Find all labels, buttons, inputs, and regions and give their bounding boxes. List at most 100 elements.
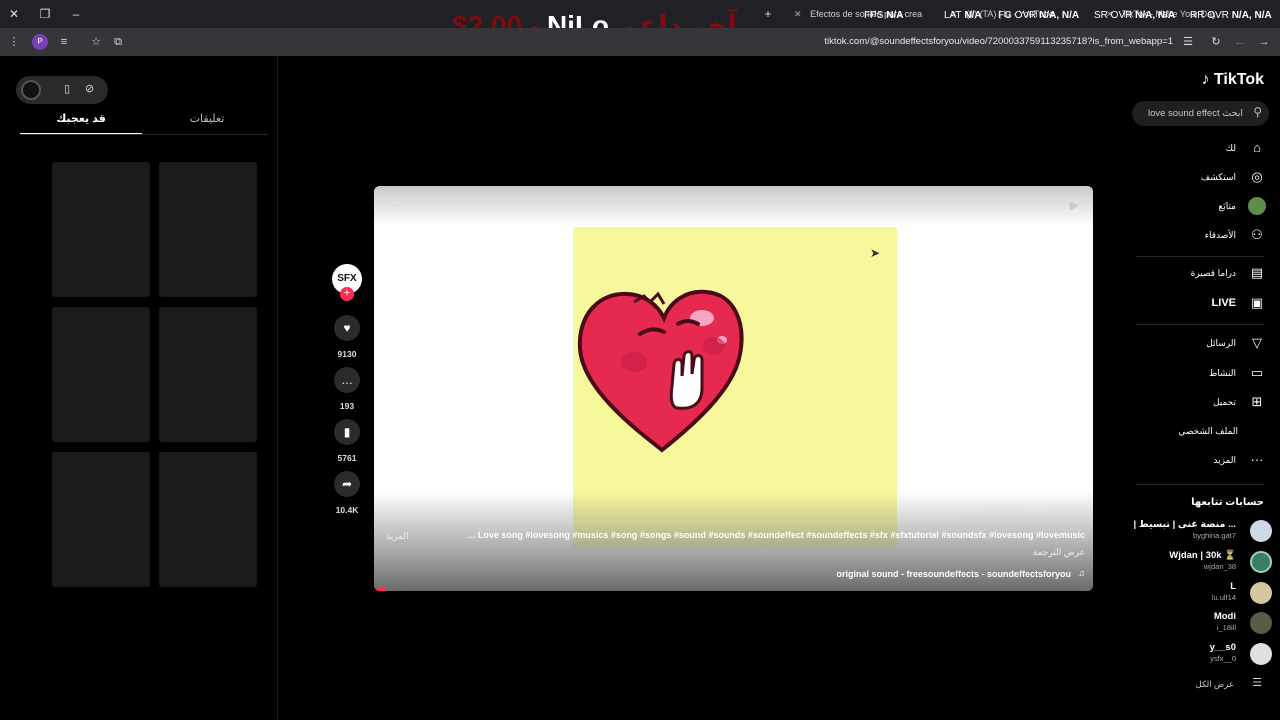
- share-count: 10.4K: [335, 505, 359, 515]
- tiktok-logo[interactable]: ♪ TikTok: [1201, 71, 1264, 89]
- reload-icon[interactable]: ↻: [1208, 34, 1224, 50]
- comment-icon[interactable]: …: [334, 367, 360, 393]
- following-accounts-title: حسابات تتابعها: [1191, 497, 1264, 508]
- drama-icon: ▤: [1250, 265, 1264, 280]
- panel-tabs: قد يعجبك تعليقات: [20, 112, 268, 136]
- recommended-video-thumb[interactable]: [52, 307, 150, 442]
- reading-list-icon[interactable]: ≡: [56, 34, 72, 50]
- video-player[interactable]: ··· ▶ 9-02-2-89 · soundeffectsforyou Lov…: [374, 186, 1093, 591]
- forward-icon[interactable]: ←: [1232, 34, 1248, 50]
- browser-tab-bar: ✕ ❐ – + ✕ Efectos de sonido para crea ✕ …: [0, 0, 1280, 41]
- site-settings-icon[interactable]: ☰: [1180, 34, 1196, 50]
- player-options-pill: ▯ ⊘: [16, 76, 108, 104]
- phone-icon[interactable]: ▯: [64, 82, 70, 95]
- nav-for-you[interactable]: لك ⌂: [1116, 138, 1266, 160]
- caption-more-link[interactable]: المزيد: [386, 531, 409, 542]
- recommended-video-thumb[interactable]: [159, 307, 257, 442]
- autoscroll-toggle[interactable]: [21, 80, 41, 100]
- account-name: Wjdan | 30k ⏳: [1169, 550, 1236, 561]
- close-window-icon[interactable]: ✕: [4, 4, 24, 24]
- sound-name[interactable]: original sound - freesoundeffects - soun…: [836, 569, 1071, 579]
- yawning-heart-illustration: [577, 289, 744, 453]
- tab-you-may-like[interactable]: قد يعجبك: [20, 112, 142, 135]
- like-count: 9130: [337, 349, 357, 359]
- back-icon[interactable]: →: [1256, 34, 1272, 50]
- like-heart-icon[interactable]: ♥: [334, 315, 360, 341]
- recommended-video-thumb[interactable]: [159, 162, 257, 297]
- account-name: y__s0: [1209, 642, 1236, 653]
- avatar: [1250, 551, 1272, 573]
- fps-stat: FPS N/A: [864, 10, 904, 21]
- avatar: [1250, 582, 1272, 604]
- nav-messages[interactable]: الرسائل ▽: [1116, 333, 1266, 355]
- nav-activity[interactable]: النشاط ▭: [1116, 363, 1266, 385]
- tab-comments[interactable]: تعليقات: [146, 112, 268, 125]
- activity-icon: ▭: [1250, 365, 1264, 380]
- share-arrow-icon[interactable]: ➦: [334, 471, 360, 497]
- fg-ovr-stat: FG OVR N/A, N/A: [998, 10, 1080, 21]
- video-progress-bar[interactable]: [374, 588, 386, 591]
- nav-explore[interactable]: استكشف ◎: [1116, 167, 1266, 189]
- list-icon: ☰: [1252, 677, 1262, 689]
- following-account[interactable]: L lu.ulf14: [1122, 579, 1272, 609]
- browser-address-bar: ⋮ P ≡ ☆ ⧉ tiktok.com/@soundeffectsforyou…: [0, 28, 1280, 56]
- nav-friends[interactable]: الأصدقاء ⚇: [1116, 225, 1266, 247]
- tabs-divider: [20, 134, 268, 135]
- search-input[interactable]: love sound effect ابحث ⚲: [1132, 101, 1269, 126]
- more-icon: ···: [1250, 452, 1264, 467]
- see-translation-link[interactable]: عرض الترجمة: [1033, 547, 1085, 558]
- sr-ovr-stat: SR OVR N/A, N/A: [1094, 10, 1176, 21]
- nav-live[interactable]: LIVE ▣: [1116, 293, 1266, 315]
- close-tab-icon[interactable]: ✕: [794, 9, 802, 19]
- following-account[interactable]: y__s0 ysfx__0: [1122, 640, 1272, 670]
- search-icon[interactable]: ⚲: [1253, 105, 1262, 119]
- messages-icon: ▽: [1252, 335, 1262, 350]
- bookmark-star-icon[interactable]: ☆: [88, 34, 104, 50]
- profile-avatar[interactable]: P: [32, 34, 48, 50]
- nav-profile[interactable]: الملف الشخصي: [1116, 421, 1266, 443]
- account-handle: wjdan_38: [1203, 562, 1236, 571]
- follow-plus-icon[interactable]: +: [340, 287, 354, 301]
- nav-short-drama[interactable]: دراما قصيرة ▤: [1116, 263, 1266, 285]
- account-handle: i_18ill: [1216, 623, 1236, 632]
- music-note-icon: ♫: [1078, 568, 1085, 578]
- url-field[interactable]: tiktok.com/@soundeffectsforyou/video/720…: [824, 36, 1173, 47]
- see-all-button[interactable]: عرض الكل ☰: [1162, 676, 1262, 692]
- nav-divider: [1136, 484, 1264, 485]
- menu-dots-icon[interactable]: ⋮: [6, 34, 22, 50]
- nav-divider: [1136, 256, 1264, 257]
- video-top-gradient: [374, 186, 1093, 226]
- bookmark-icon[interactable]: ▮: [334, 419, 360, 445]
- avatar: [1250, 612, 1272, 634]
- new-tab-icon[interactable]: +: [758, 4, 778, 24]
- upload-icon: ⊞: [1251, 394, 1263, 409]
- minimize-window-icon[interactable]: –: [66, 4, 86, 24]
- following-account[interactable]: | منصة غنى | تبسيط ... byghina.gat7: [1122, 517, 1272, 547]
- following-account[interactable]: Wjdan | 30k ⏳ wjdan_38: [1122, 548, 1272, 578]
- following-avatar-icon: [1248, 197, 1266, 215]
- nav-more[interactable]: المزيد ···: [1116, 450, 1266, 472]
- compass-icon[interactable]: ⊘: [85, 82, 94, 95]
- following-account[interactable]: Modi i_18ill: [1122, 609, 1272, 639]
- account-name: | منصة غنى | تبسيط ...: [1133, 519, 1236, 530]
- rr-ovr-stat: RR OVR N/A, N/A: [1190, 10, 1272, 21]
- extensions-icon[interactable]: ⧉: [110, 34, 126, 50]
- search-placeholder: love sound effect ابحث: [1147, 108, 1243, 119]
- recommended-video-thumb[interactable]: [52, 162, 150, 297]
- recommended-video-thumb[interactable]: [159, 452, 257, 587]
- profile-icon: [1248, 422, 1266, 440]
- account-name: L: [1230, 581, 1236, 592]
- nav-upload[interactable]: تحميل ⊞: [1116, 392, 1266, 414]
- friends-icon: ⚇: [1251, 227, 1263, 242]
- avatar: [1250, 520, 1272, 542]
- restore-window-icon[interactable]: ❐: [35, 4, 55, 24]
- avatar: [1250, 643, 1272, 665]
- live-icon: ▣: [1250, 295, 1264, 310]
- video-options-icon[interactable]: ···: [390, 198, 402, 212]
- lat-stat: LAT N/A: [944, 10, 982, 21]
- mouse-cursor-icon: ➤: [870, 246, 881, 260]
- recommended-video-thumb[interactable]: [52, 452, 150, 587]
- comments-panel: ▯ ⊘ قد يعجبك تعليقات: [0, 56, 278, 720]
- nav-following[interactable]: متابَع: [1116, 196, 1266, 218]
- play-icon[interactable]: ▶: [1070, 198, 1079, 212]
